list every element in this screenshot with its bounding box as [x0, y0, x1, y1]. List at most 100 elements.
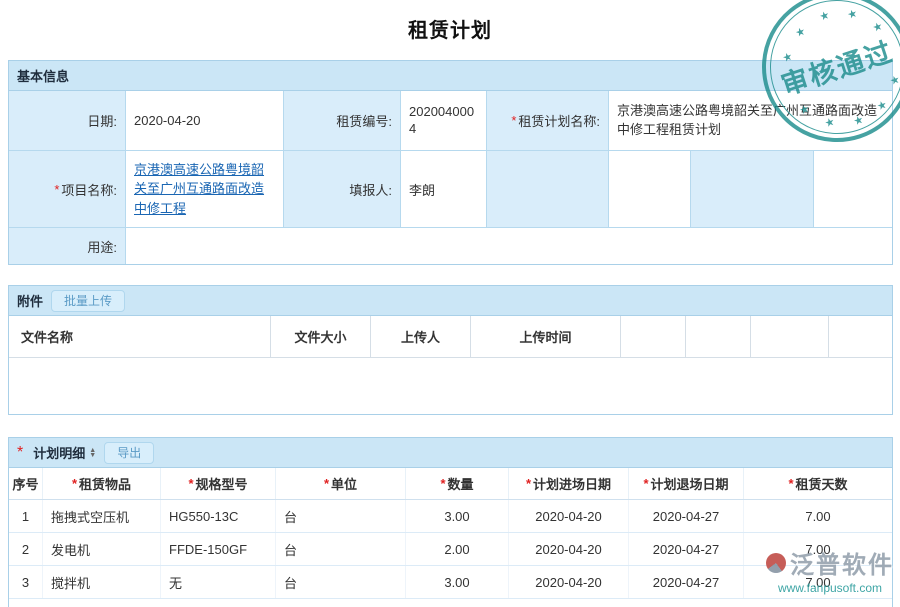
rental-code-label: 租赁编号:: [284, 91, 401, 151]
plan-name-label-text: 租赁计划名称:: [518, 111, 600, 130]
details-col-label: 数量: [448, 474, 474, 493]
details-col-label: 租赁天数: [796, 474, 848, 493]
attachments-header-row: 文件名称文件大小上传人上传时间: [9, 316, 892, 358]
details-cell: 搅拌机: [43, 566, 161, 598]
attachments-col-header-3: 上传时间: [471, 316, 621, 357]
details-cell: 2020-04-20: [509, 533, 629, 565]
plan-details-title: 计划明细: [33, 443, 85, 462]
details-cell: HG550-13C: [161, 500, 276, 532]
plan-name-value: 京港澳高速公路粤境韶关至广州互通路面改造中修工程租赁计划: [609, 91, 892, 151]
export-button[interactable]: 导出: [104, 442, 154, 464]
rental-code-label-text: 租赁编号:: [336, 111, 392, 130]
details-cell: 发电机: [43, 533, 161, 565]
details-cell: 3.00: [406, 500, 509, 532]
attachments-col-header-empty-0: [621, 316, 686, 357]
purpose-value: [126, 228, 892, 264]
required-mark: *: [643, 476, 648, 491]
attachments-col-header-empty-3: [829, 316, 892, 357]
details-cell: 7.00: [744, 566, 892, 598]
details-cell: 3: [9, 566, 43, 598]
empty-label-cell-1: [487, 151, 609, 228]
plan-name-label: * 租赁计划名称:: [487, 91, 609, 151]
attachments-title: 附件: [17, 291, 43, 310]
details-cell: 2020-04-20: [509, 500, 629, 532]
basic-info-header-bar: 基本信息: [9, 61, 892, 91]
basic-info-row-2: * 项目名称: 京港澳高速公路粤境韶关至广州互通路面改造中修工程 填报人: 李朗: [9, 151, 892, 228]
date-label-text: 日期:: [87, 111, 117, 130]
project-name-cell: 京港澳高速公路粤境韶关至广州互通路面改造中修工程: [126, 151, 284, 228]
project-name-label-text: 项目名称:: [61, 180, 117, 199]
details-cell: 2020-04-20: [509, 566, 629, 598]
sort-desc-icon: ▼: [89, 453, 96, 458]
reporter-label: 填报人:: [284, 151, 401, 228]
details-cell: 1: [9, 500, 43, 532]
details-cell: 7.00: [744, 500, 892, 532]
required-mark: *: [54, 182, 59, 197]
details-cell: 无: [161, 566, 276, 598]
date-value: 2020-04-20: [126, 91, 284, 151]
sort-icon[interactable]: ▲ ▼: [89, 448, 96, 458]
required-mark: *: [188, 476, 193, 491]
details-cell: 台: [276, 533, 406, 565]
required-mark: *: [511, 113, 516, 128]
details-col-label: 计划退场日期: [651, 474, 729, 493]
basic-info-section: 基本信息 日期: 2020-04-20 租赁编号: 2020040004 * 租…: [8, 60, 893, 265]
attachments-header-bar: 附件 批量上传: [9, 286, 892, 316]
empty-label-cell-2: [691, 151, 814, 228]
details-cell: 2020-04-27: [629, 500, 744, 532]
details-col-label: 规格型号: [196, 474, 248, 493]
attachments-empty-body: [9, 358, 892, 414]
project-name-label: * 项目名称:: [9, 151, 126, 228]
details-col-header-1: *租赁物品: [43, 468, 161, 499]
details-cell: 7.00: [744, 533, 892, 565]
details-table-row-1[interactable]: 1拖拽式空压机HG550-13C台3.002020-04-202020-04-2…: [9, 500, 892, 533]
details-cell: 2020-04-27: [629, 533, 744, 565]
required-mark: *: [440, 476, 445, 491]
attachments-col-header-0: 文件名称: [9, 316, 271, 357]
details-cell: 2: [9, 533, 43, 565]
attachments-col-header-2: 上传人: [371, 316, 471, 357]
required-mark: *: [17, 444, 23, 462]
purpose-label-text: 用途:: [87, 237, 117, 256]
details-cell: 台: [276, 500, 406, 532]
details-col-header-7: *租赁天数: [744, 468, 892, 499]
reporter-value: 李朗: [401, 151, 487, 228]
details-col-header-6: *计划退场日期: [629, 468, 744, 499]
details-cell: FFDE-150GF: [161, 533, 276, 565]
details-col-header-3: *单位: [276, 468, 406, 499]
page-title: 租赁计划: [0, 0, 900, 43]
basic-info-title: 基本信息: [17, 66, 69, 85]
purpose-label: 用途:: [9, 228, 126, 264]
required-mark: *: [526, 476, 531, 491]
attachments-col-header-empty-2: [751, 316, 829, 357]
details-col-header-4: *数量: [406, 468, 509, 499]
reporter-label-text: 填报人:: [349, 180, 392, 199]
attachments-section: 附件 批量上传 文件名称文件大小上传人上传时间: [8, 285, 893, 415]
details-body: 1拖拽式空压机HG550-13C台3.002020-04-202020-04-2…: [9, 500, 892, 599]
attachments-col-header-1: 文件大小: [271, 316, 371, 357]
details-col-label: 单位: [331, 474, 357, 493]
details-col-header-5: *计划进场日期: [509, 468, 629, 499]
details-cell: 拖拽式空压机: [43, 500, 161, 532]
required-mark: *: [788, 476, 793, 491]
batch-upload-button[interactable]: 批量上传: [51, 290, 125, 312]
empty-value-cell-1: [609, 151, 691, 228]
details-table-row-3[interactable]: 3搅拌机无台3.002020-04-202020-04-277.00: [9, 566, 892, 599]
details-cell: 3.00: [406, 566, 509, 598]
details-col-label: 计划进场日期: [533, 474, 611, 493]
plan-details-header-bar: * 计划明细 ▲ ▼ 导出: [9, 438, 892, 468]
details-col-header-0: 序号: [9, 468, 43, 499]
empty-value-cell-2: [814, 151, 892, 228]
basic-info-row-1: 日期: 2020-04-20 租赁编号: 2020040004 * 租赁计划名称…: [9, 91, 892, 151]
details-cell: 2020-04-27: [629, 566, 744, 598]
rental-code-value: 2020040004: [401, 91, 487, 151]
details-col-label: 序号: [12, 474, 38, 493]
details-col-label: 租赁物品: [79, 474, 131, 493]
required-mark: *: [72, 476, 77, 491]
plan-details-section: * 计划明细 ▲ ▼ 导出 序号*租赁物品*规格型号*单位*数量*计划进场日期*…: [8, 437, 893, 607]
details-col-header-2: *规格型号: [161, 468, 276, 499]
required-mark: *: [324, 476, 329, 491]
details-table-row-2[interactable]: 2发电机FFDE-150GF台2.002020-04-202020-04-277…: [9, 533, 892, 566]
details-cell: 2.00: [406, 533, 509, 565]
project-name-link[interactable]: 京港澳高速公路粤境韶关至广州互通路面改造中修工程: [134, 160, 275, 219]
